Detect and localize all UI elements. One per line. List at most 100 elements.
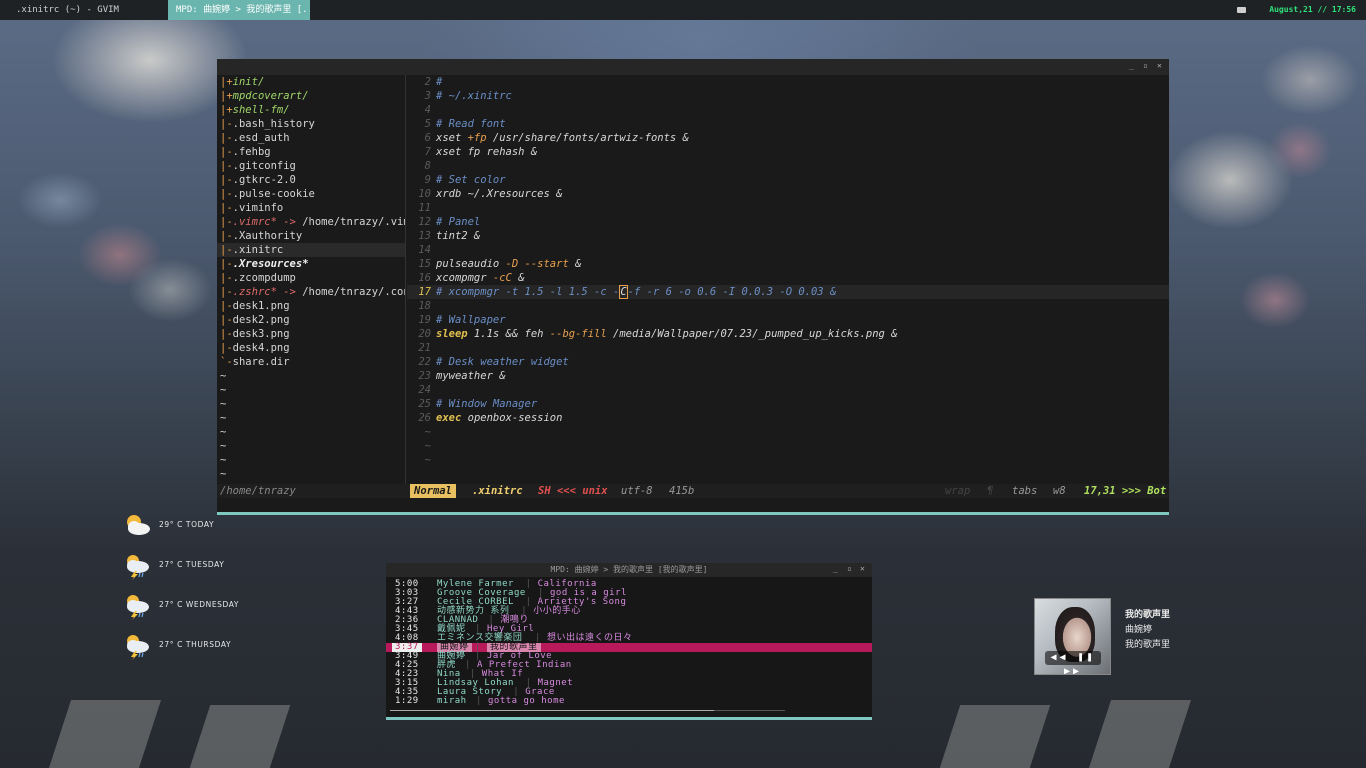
mpd-titlebar[interactable]: MPD: 曲婉婷 > 我的歌声里 [我的歌声里] _ ▫ ✕ <box>386 563 872 577</box>
tree-link-target: /home/tnrazy/.conf <box>295 286 406 298</box>
line-number: 2 <box>424 76 431 88</box>
pilcrow-icon: ¶ <box>987 485 994 497</box>
line-number: 18 <box>418 300 431 312</box>
code-line[interactable]: 3 # ~/.xinitrc <box>407 89 1169 103</box>
tree-item-name: init/ <box>232 76 265 88</box>
code-line[interactable]: 19 # Wallpaper <box>407 313 1169 327</box>
battery-icon[interactable] <box>1237 7 1246 13</box>
minimize-icon[interactable]: _ <box>1129 61 1134 70</box>
code-line[interactable]: 11 <box>407 201 1169 215</box>
code-line[interactable]: 25 # Window Manager <box>407 397 1169 411</box>
tree-item[interactable]: |-.esd_auth <box>217 131 405 145</box>
line-number: 20 <box>418 328 431 340</box>
code-line[interactable]: 21 <box>407 341 1169 355</box>
code-token: # Desk weather widget <box>436 356 569 368</box>
taskbar-item-gvim[interactable]: .xinitrc (~) - GVIM <box>8 0 168 20</box>
gvim-titlebar[interactable]: _ ▫ ✕ <box>217 59 1169 75</box>
tree-item[interactable]: |-.gtkrc-2.0 <box>217 173 405 187</box>
code-line[interactable]: 24 <box>407 383 1169 397</box>
code-line[interactable]: 7 xset fp rehash & <box>407 145 1169 159</box>
status-tabs: tabs <box>1012 485 1038 497</box>
empty-line-marker: ~ <box>220 468 227 480</box>
code-line[interactable]: 23 myweather & <box>407 369 1169 383</box>
line-number: 19 <box>418 314 431 326</box>
weather-label: 27° C WEDNESDAY <box>159 600 240 609</box>
tree-item-name: desk4.png <box>232 342 290 354</box>
tree-item[interactable]: |-desk1.png <box>217 299 405 313</box>
code-editor[interactable]: 2 #3 # ~/.xinitrc 4 5 # Read font 6 xset +fp /u… <box>407 75 1169 487</box>
tree-item[interactable]: |-.zshrc* -> /home/tnrazy/.conf <box>217 285 405 299</box>
code-line[interactable]: 26 exec openbox-session <box>407 411 1169 425</box>
line-number: 12 <box>418 216 431 228</box>
code-line[interactable]: 9 # Set color <box>407 173 1169 187</box>
tree-item[interactable]: |-desk4.png <box>217 341 405 355</box>
progress-bar[interactable] <box>390 710 785 711</box>
minimize-icon[interactable]: _ <box>833 564 838 573</box>
tree-branch: |- <box>220 146 233 158</box>
tree-branch: |- <box>220 286 233 298</box>
playlist-row[interactable]: 3:49 曲婉婷 | Jar of Love <box>386 652 872 661</box>
code-token: pulseaudio <box>436 258 506 270</box>
album-cover[interactable]: ◀◀ ❚❚ ▶▶ <box>1034 598 1111 675</box>
tree-branch: |- <box>220 244 233 256</box>
tree-item[interactable]: |-.vimrc* -> /home/tnrazy/.vim/ <box>217 215 405 229</box>
text-cursor: C <box>619 285 628 299</box>
taskbar-item-mpd[interactable]: MPD: 曲婉婷 > 我的歌声里 [... <box>168 0 310 20</box>
line-number: 25 <box>418 398 431 410</box>
tree-item[interactable]: |-desk3.png <box>217 327 405 341</box>
code-line[interactable]: 12 # Panel <box>407 215 1169 229</box>
tree-item[interactable]: |-.gitconfig <box>217 159 405 173</box>
code-line[interactable]: 15 pulseaudio -D --start & <box>407 257 1169 271</box>
code-line[interactable]: 13 tint2 & <box>407 229 1169 243</box>
tree-branch: |+ <box>220 76 233 88</box>
line-number: 6 <box>424 132 431 144</box>
code-line[interactable]: 2 # <box>407 75 1169 89</box>
tree-item[interactable]: |-.bash_history <box>217 117 405 131</box>
tree-item-name: mpdcoverart/ <box>232 90 309 102</box>
tree-item[interactable]: |+shell-fm/ <box>217 103 405 117</box>
maximize-icon[interactable]: ▫ <box>847 564 852 573</box>
line-number: 10 <box>418 188 431 200</box>
tree-item[interactable]: |-.Xresources* <box>217 257 405 271</box>
code-line[interactable]: 22 # Desk weather widget <box>407 355 1169 369</box>
tree-branch: |- <box>220 132 233 144</box>
code-line[interactable]: 5 # Read font <box>407 117 1169 131</box>
tree-item[interactable]: |-.viminfo <box>217 201 405 215</box>
tree-item[interactable]: |+init/ <box>217 75 405 89</box>
tree-branch: |- <box>220 160 233 172</box>
clock[interactable]: August,21 // 17:56 <box>1269 0 1356 20</box>
tree-item[interactable]: |-desk2.png <box>217 313 405 327</box>
playback-controls[interactable]: ◀◀ ❚❚ ▶▶ <box>1045 651 1101 674</box>
tree-item[interactable]: `-share.dir <box>217 355 405 369</box>
maximize-icon[interactable]: ▫ <box>1143 61 1148 70</box>
code-line[interactable]: 20 sleep 1.1s && feh --bg-fill /media/Wal… <box>407 327 1169 341</box>
tree-item-name: .Xresources* <box>232 258 309 270</box>
tree-item[interactable]: |-.Xauthority <box>217 229 405 243</box>
code-line[interactable]: 18 <box>407 299 1169 313</box>
close-icon[interactable]: ✕ <box>1157 61 1162 70</box>
track-artist: mirah <box>437 696 467 706</box>
code-token: xset <box>436 132 468 144</box>
file-tree[interactable]: |+init/|+mpdcoverart/|+shell-fm/|-.bash_… <box>217 75 406 487</box>
tree-item[interactable]: |-.xinitrc <box>217 243 405 257</box>
playlist-row[interactable]: 1:29 mirah | gotta go home <box>386 697 872 706</box>
progress-fill <box>390 710 714 711</box>
top-panel: .xinitrc (~) - GVIM MPD: 曲婉婷 > 我的歌声里 [..… <box>0 0 1366 20</box>
status-line: /home/tnrazy Normal .xinitrc SH <<< unix… <box>217 484 1169 498</box>
tree-item[interactable]: |+mpdcoverart/ <box>217 89 405 103</box>
code-line[interactable]: 16 xcompmgr -cC & <box>407 271 1169 285</box>
tree-item[interactable]: |-.fehbg <box>217 145 405 159</box>
code-line[interactable]: 17 # xcompmgr -t 1.5 -l 1.5 -c -C-f -r 6 … <box>407 285 1169 299</box>
code-line[interactable]: 6 xset +fp /usr/share/fonts/artwiz-fonts … <box>407 131 1169 145</box>
tree-branch: |- <box>220 202 233 214</box>
code-line[interactable]: 14 <box>407 243 1169 257</box>
code-line[interactable]: 4 <box>407 103 1169 117</box>
code-token: -cC <box>492 272 512 284</box>
close-icon[interactable]: ✕ <box>860 564 865 573</box>
tree-item[interactable]: |-.pulse-cookie <box>217 187 405 201</box>
code-line[interactable]: 10 xrdb ~/.Xresources & <box>407 187 1169 201</box>
code-line[interactable]: 8 <box>407 159 1169 173</box>
cloud-sun-icon <box>122 512 152 540</box>
tree-item[interactable]: |-.zcompdump <box>217 271 405 285</box>
track-title: gotta go home <box>488 696 565 706</box>
